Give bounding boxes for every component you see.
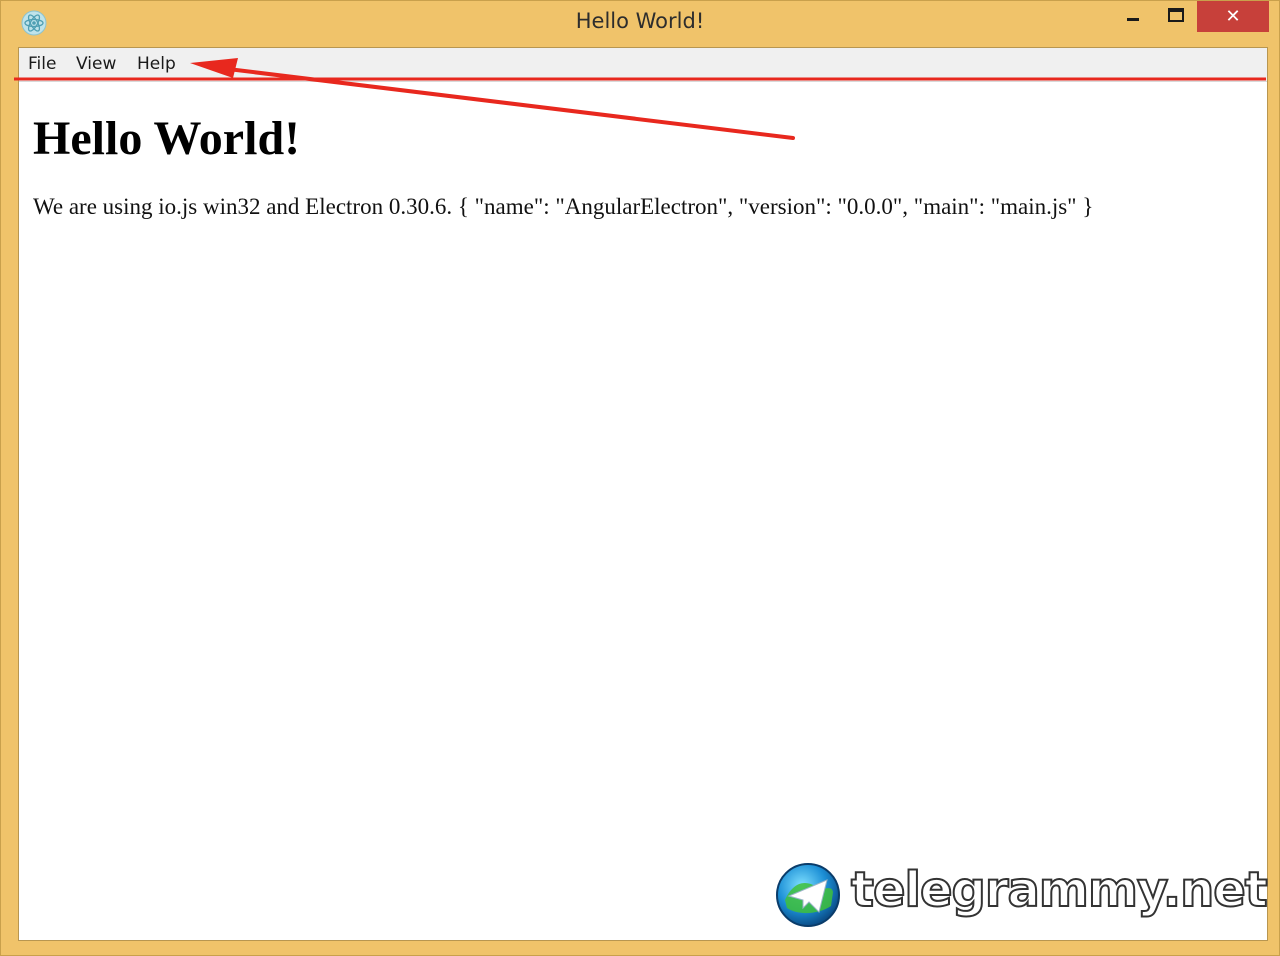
minimize-icon <box>1126 7 1140 26</box>
page-content: Hello World! We are using io.js win32 an… <box>33 108 1253 220</box>
window-title: Hello World! <box>575 9 705 33</box>
menu-help[interactable]: Help <box>137 54 176 74</box>
app-window: Hello World! ✕ File View Help Hello Worl… <box>0 0 1280 956</box>
maximize-icon <box>1168 7 1184 26</box>
version-info-text: We are using io.js win32 and Electron 0.… <box>33 194 1094 220</box>
menu-view[interactable]: View <box>76 54 116 74</box>
close-icon: ✕ <box>1225 6 1241 27</box>
maximize-button[interactable] <box>1155 1 1197 32</box>
menu-file[interactable]: File <box>28 54 56 74</box>
watermark-text: telegrammy.net <box>850 861 1269 919</box>
title-bar[interactable]: Hello World! ✕ <box>1 1 1279 47</box>
page-heading: Hello World! <box>33 112 301 165</box>
telegram-globe-icon <box>775 862 841 933</box>
minimize-button[interactable] <box>1113 1 1153 32</box>
menu-bar: File View Help <box>19 48 1267 82</box>
watermark: telegrammy.net <box>775 860 1269 933</box>
close-button[interactable]: ✕ <box>1197 1 1269 32</box>
client-area: File View Help Hello World! We are using… <box>18 47 1268 941</box>
